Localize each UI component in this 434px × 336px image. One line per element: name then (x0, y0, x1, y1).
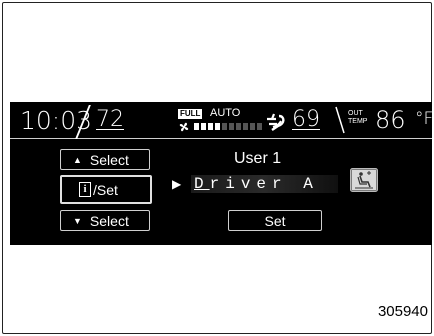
info-set-button[interactable]: i /Set (60, 175, 152, 204)
fan-level-segment (208, 123, 213, 130)
fan-level-segment (201, 123, 206, 130)
select-down-label: Select (89, 212, 129, 229)
fan-level-segment (236, 123, 241, 130)
outside-temp-value: 86 (375, 106, 406, 134)
head-unit-display: 10:03 72 FULL AUTO 69 OUT TEMP 86 °F ▲ Se (10, 102, 434, 245)
triangle-down-icon: ▼ (73, 215, 82, 226)
driver-name: Driver A (194, 175, 319, 193)
fan-level-meter (194, 123, 262, 130)
select-up-label: Select (89, 151, 129, 168)
fan-level-segment (215, 123, 220, 130)
outside-temp-label: OUT TEMP (348, 110, 368, 125)
figure-code: 305940 (377, 303, 428, 320)
fan-level-segment (243, 123, 248, 130)
select-down-button[interactable]: ▼ Select (60, 210, 150, 231)
fan-level-segment (257, 123, 262, 130)
set-button[interactable]: Set (228, 210, 322, 231)
fan-level-segment (222, 123, 227, 130)
outside-temp-unit: °F (415, 109, 434, 129)
fan-full-badge: FULL (178, 109, 203, 119)
driver-temp[interactable]: 72 (96, 109, 124, 131)
passenger-temp[interactable]: 69 (292, 109, 320, 131)
climate-status-bar: 10:03 72 FULL AUTO 69 OUT TEMP 86 °F (10, 102, 434, 139)
triangle-up-icon: ▲ (73, 154, 82, 165)
select-up-button[interactable]: ▲ Select (60, 149, 150, 170)
seat-position-icon (350, 168, 378, 192)
fan-level-segment (229, 123, 234, 130)
airflow-icon (267, 113, 285, 131)
user-title: User 1 (234, 150, 282, 167)
info-set-label: /Set (93, 181, 118, 198)
fan-level-segment (194, 123, 199, 130)
fan-auto-label: AUTO (210, 107, 241, 119)
fan-icon (179, 122, 189, 132)
set-label: Set (264, 212, 286, 229)
driver-selector[interactable]: ▶ Driver A (172, 175, 338, 193)
play-arrow-icon: ▶ (172, 177, 182, 191)
fan-level-segment (250, 123, 255, 130)
info-icon: i (79, 182, 91, 197)
